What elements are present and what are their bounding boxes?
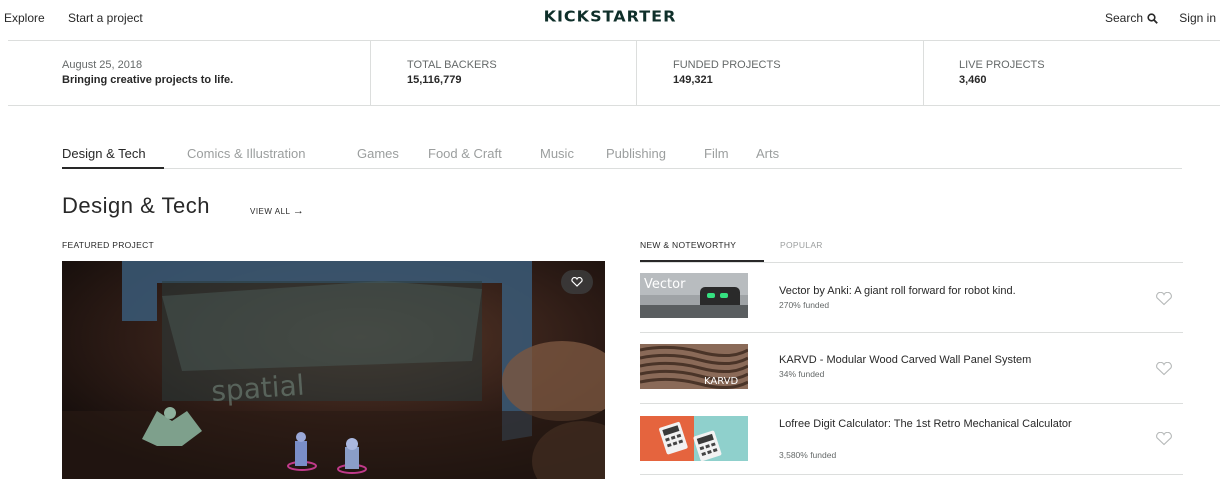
list-item[interactable]: Vector Vector by Anki: A giant roll forw… <box>640 263 1183 333</box>
stat-funded-projects: FUNDED PROJECTS 149,321 <box>636 41 924 105</box>
project-thumbnail: Vector <box>640 273 748 318</box>
project-thumbnail: KARVD <box>640 344 748 389</box>
top-navigation: Explore Start a project KICKSTARTER Sear… <box>0 0 1220 38</box>
search-label: Search <box>1104 11 1143 25</box>
thumbnail-text: KARVD <box>704 376 738 387</box>
project-title: Lofree Digit Calculator: The 1st Retro M… <box>779 418 1072 430</box>
project-funded: 270% funded <box>779 300 830 310</box>
stat-label: TOTAL BACKERS <box>407 59 497 71</box>
tab-games[interactable]: Games <box>357 146 399 161</box>
sign-in-link[interactable]: Sign in <box>1179 11 1216 25</box>
featured-image-art: spatial <box>62 261 605 479</box>
arrow-right-icon: → <box>292 205 305 217</box>
stat-total-backers: TOTAL BACKERS 15,116,779 <box>370 41 637 105</box>
project-thumbnail <box>640 416 748 461</box>
tab-comics-illustration[interactable]: Comics & Illustration <box>187 146 305 161</box>
heart-icon <box>571 277 583 287</box>
tab-new-noteworthy[interactable]: NEW & NOTEWORTHY <box>640 240 736 250</box>
stat-label: LIVE PROJECTS <box>959 59 1045 71</box>
stat-date-value: August 25, 2018 <box>62 59 143 71</box>
tab-arts[interactable]: Arts <box>756 146 779 161</box>
logo-text: KICKSTARTER <box>543 7 677 26</box>
featured-project-label: FEATURED PROJECT <box>62 240 155 250</box>
heart-icon[interactable] <box>1155 432 1173 446</box>
tab-design-tech[interactable]: Design & Tech <box>62 146 146 161</box>
search-icon <box>1147 12 1158 24</box>
list-item[interactable]: Lofree Digit Calculator: The 1st Retro M… <box>640 404 1183 475</box>
project-funded: 34% funded <box>779 369 825 379</box>
stats-bar: August 25, 2018 Bringing creative projec… <box>8 40 1220 106</box>
view-all-label: VIEW ALL <box>250 207 291 216</box>
project-funded: 3,580% funded <box>779 450 837 460</box>
active-list-tab-underline <box>640 260 764 262</box>
stat-live-projects: LIVE PROJECTS 3,460 <box>923 41 1220 105</box>
tab-film[interactable]: Film <box>704 146 729 161</box>
stat-value: 3,460 <box>959 74 987 86</box>
active-tab-underline <box>62 167 164 169</box>
category-tabs: Design & Tech Comics & Illustration Game… <box>62 146 1182 169</box>
stat-value: 15,116,779 <box>407 74 462 86</box>
tab-popular[interactable]: POPULAR <box>780 240 823 250</box>
stat-value: 149,321 <box>673 74 713 86</box>
project-title: Vector by Anki: A giant roll forward for… <box>779 285 1016 297</box>
featured-image-text: spatial <box>210 369 305 408</box>
featured-save-button[interactable] <box>561 270 593 294</box>
stat-label: FUNDED PROJECTS <box>673 59 781 71</box>
stat-tagline: Bringing creative projects to life. <box>62 74 234 86</box>
project-list-tabs: NEW & NOTEWORTHY POPULAR <box>640 238 1183 263</box>
section-title: Design & Tech <box>62 193 210 218</box>
thumbnail-text: Vector <box>644 277 686 292</box>
tab-music[interactable]: Music <box>540 146 574 161</box>
stat-date: August 25, 2018 Bringing creative projec… <box>8 41 370 105</box>
kickstarter-logo[interactable]: KICKSTARTER <box>0 7 1220 26</box>
view-all-link[interactable]: VIEW ALL → <box>250 205 304 217</box>
heart-icon[interactable] <box>1155 362 1173 376</box>
tab-publishing[interactable]: Publishing <box>606 146 666 161</box>
list-item[interactable]: KARVD KARVD - Modular Wood Carved Wall P… <box>640 333 1183 404</box>
featured-project-image[interactable]: spatial <box>62 261 605 479</box>
heart-icon[interactable] <box>1155 292 1173 306</box>
tab-food-craft[interactable]: Food & Craft <box>428 146 502 161</box>
search-button[interactable]: Search <box>1105 11 1158 25</box>
project-title: KARVD - Modular Wood Carved Wall Panel S… <box>779 354 1032 366</box>
